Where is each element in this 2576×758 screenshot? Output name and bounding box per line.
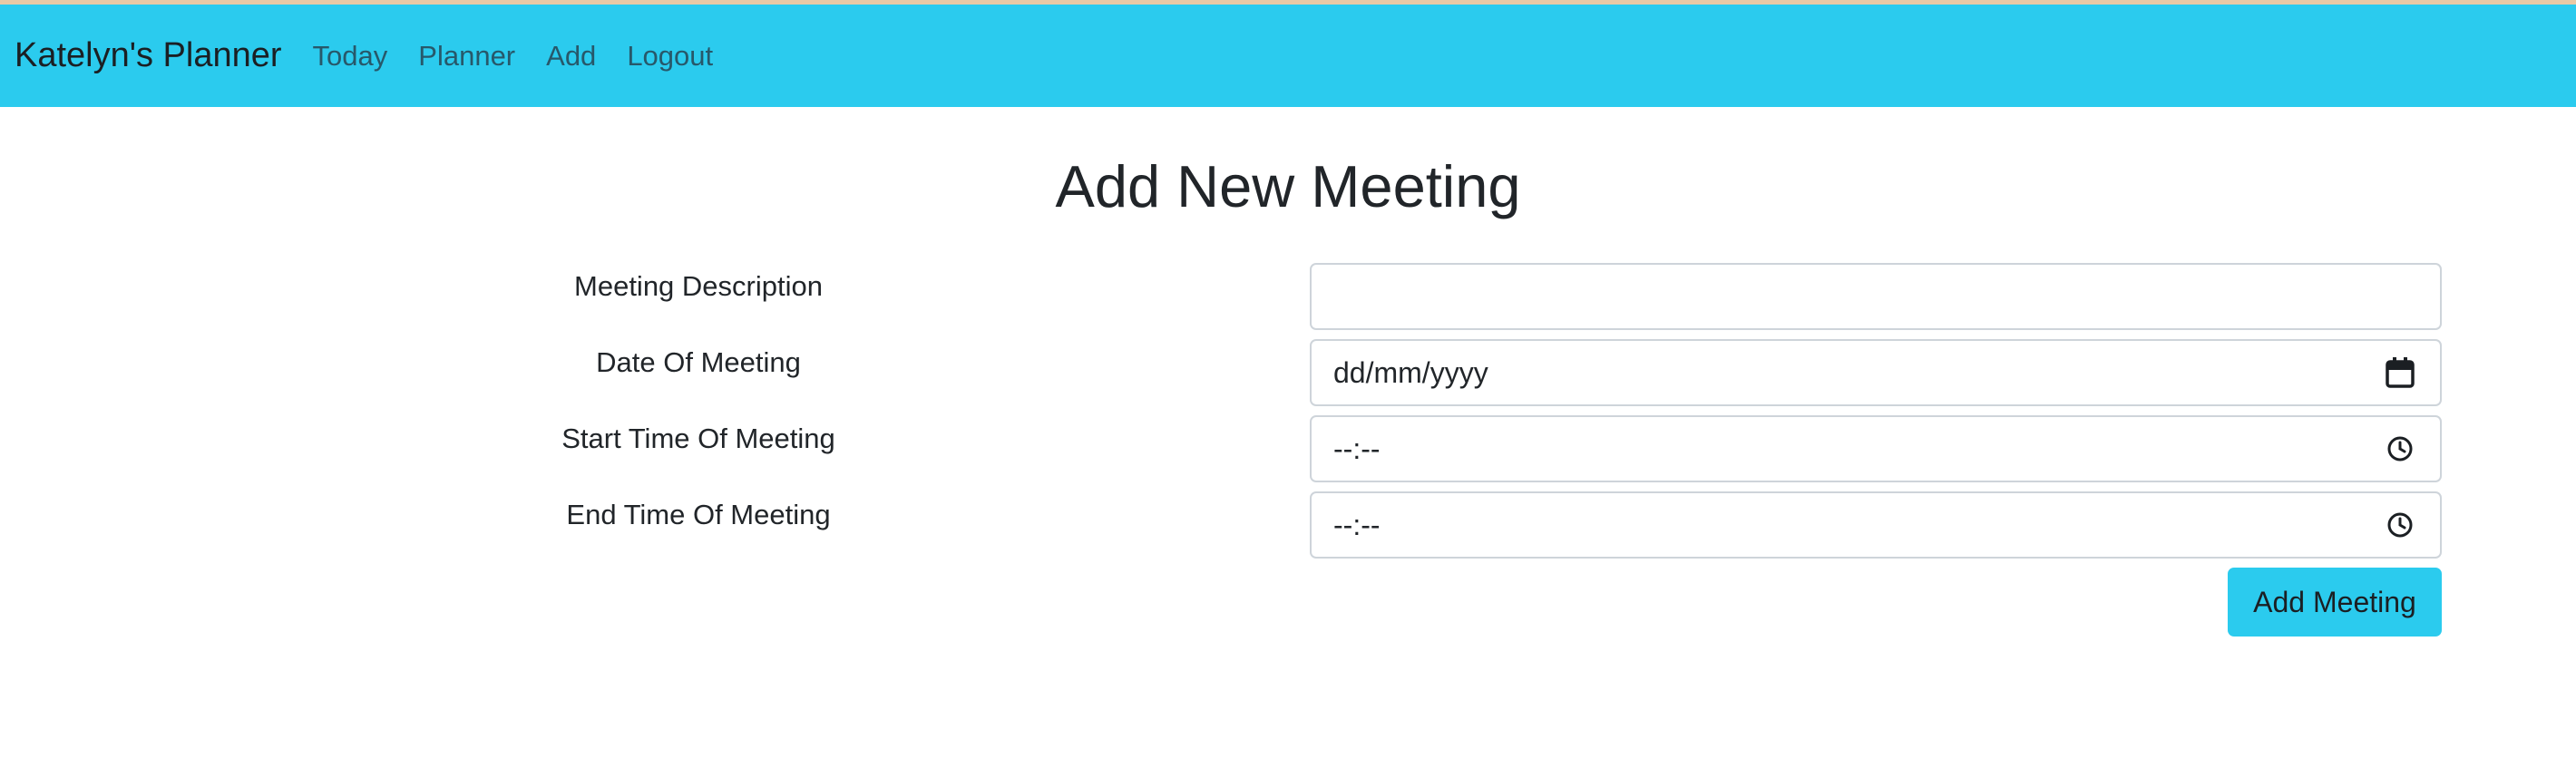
date-label: Date Of Meeting — [596, 346, 801, 378]
nav-link-planner[interactable]: Planner — [418, 40, 515, 73]
calendar-icon[interactable] — [2382, 355, 2418, 391]
date-row: Date Of Meeting dd/mm/yyyy — [0, 339, 2576, 408]
description-row: Meeting Description — [0, 263, 2576, 332]
clock-icon[interactable] — [2382, 431, 2418, 467]
end-time-input[interactable]: --:-- — [1310, 491, 2442, 559]
end-time-label: End Time Of Meeting — [566, 499, 831, 530]
meeting-description-input[interactable] — [1310, 263, 2442, 330]
start-time-input[interactable]: --:-- — [1310, 415, 2442, 482]
date-value: dd/mm/yyyy — [1333, 355, 1488, 389]
nav-link-today[interactable]: Today — [313, 40, 388, 73]
end-time-value: --:-- — [1333, 508, 1381, 541]
start-time-label: Start Time Of Meeting — [561, 423, 835, 454]
end-time-row: End Time Of Meeting --:-- — [0, 491, 2576, 560]
navbar-brand[interactable]: Katelyn's Planner — [15, 36, 282, 75]
add-meeting-button[interactable]: Add Meeting — [2228, 568, 2442, 637]
clock-icon[interactable] — [2382, 507, 2418, 543]
meeting-date-input[interactable]: dd/mm/yyyy — [1310, 339, 2442, 406]
nav-link-add[interactable]: Add — [546, 40, 596, 73]
description-label: Meeting Description — [574, 270, 823, 302]
start-time-row: Start Time Of Meeting --:-- — [0, 415, 2576, 484]
start-time-value: --:-- — [1333, 432, 1381, 465]
page-title: Add New Meeting — [1055, 153, 1521, 219]
nav-link-logout[interactable]: Logout — [627, 40, 713, 73]
navbar: Katelyn's Planner Today Planner Add Logo… — [0, 5, 2576, 107]
